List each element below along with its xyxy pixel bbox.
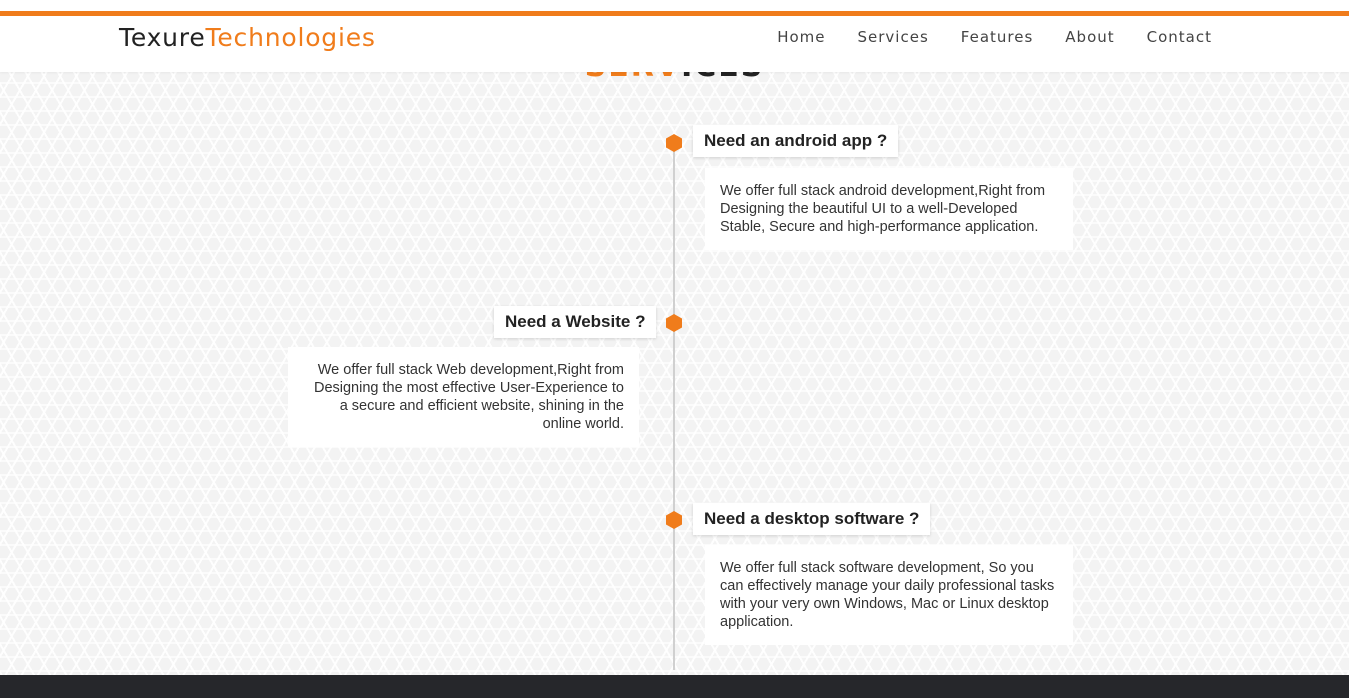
brand-name-part2: Technologies bbox=[205, 23, 376, 52]
nav-contact[interactable]: Contact bbox=[1147, 28, 1212, 46]
timeline-card-website: We offer full stack Web development,Righ… bbox=[288, 347, 639, 447]
timeline-card-desktop: We offer full stack software development… bbox=[705, 545, 1073, 645]
nav-features[interactable]: Features bbox=[961, 28, 1034, 46]
timeline-title-desktop: Need a desktop software ? bbox=[693, 503, 931, 535]
brand-name-part1: Texure bbox=[119, 23, 206, 52]
brand-logo[interactable]: TexureTechnologies bbox=[119, 23, 376, 52]
timeline-marker-icon bbox=[666, 511, 682, 529]
nav-services[interactable]: Services bbox=[858, 28, 929, 46]
timeline-marker-icon bbox=[666, 134, 682, 152]
timeline-title-android: Need an android app ? bbox=[693, 125, 899, 157]
timeline-text-website: We offer full stack Web development,Righ… bbox=[313, 362, 624, 432]
timeline-line bbox=[673, 140, 675, 670]
navbar: TexureTechnologies Home Services Feature… bbox=[0, 11, 1349, 72]
timeline-title-website: Need a Website ? bbox=[494, 306, 657, 338]
timeline-card-android: We offer full stack android development,… bbox=[705, 168, 1073, 250]
timeline-marker-icon bbox=[666, 314, 682, 332]
nav-home[interactable]: Home bbox=[777, 28, 825, 46]
timeline-text-android: We offer full stack android development,… bbox=[720, 183, 1046, 235]
nav-about[interactable]: About bbox=[1065, 28, 1114, 46]
timeline-text-desktop: We offer full stack software development… bbox=[720, 560, 1055, 630]
nav-menu: Home Services Features About Contact bbox=[745, 28, 1212, 46]
footer bbox=[0, 675, 1349, 698]
top-strip bbox=[0, 0, 1349, 11]
